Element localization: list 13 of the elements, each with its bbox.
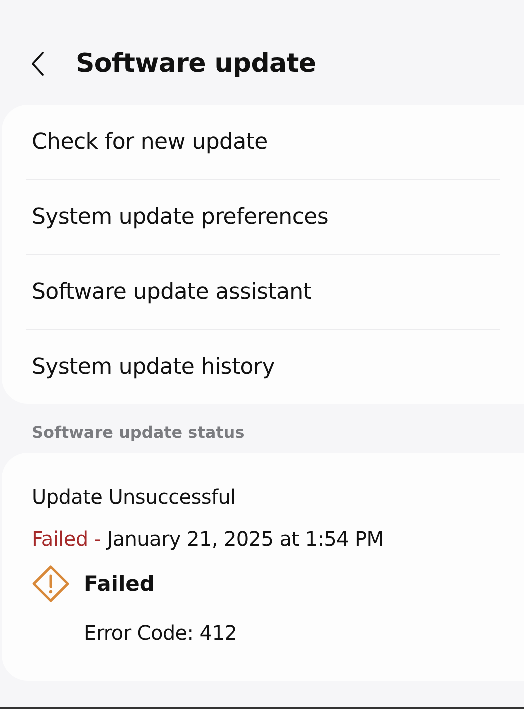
menu-item[interactable]: System update preferences: [26, 179, 500, 254]
chevron-icon: [30, 51, 46, 77]
menu-item[interactable]: Software update assistant: [26, 254, 500, 329]
menu-item[interactable]: System update history: [26, 329, 500, 404]
menu-item[interactable]: Check for new update: [26, 105, 500, 179]
failure-label: Failed: [84, 572, 155, 596]
page-title: Software update: [76, 49, 316, 79]
status-title: Update Unsuccessful: [32, 485, 237, 509]
status-text: Failed -: [32, 527, 102, 551]
date-text: January 21, 2025 at 1:54 PM: [107, 527, 384, 551]
warning-icon: [32, 565, 70, 603]
error-code: Error Code: 412: [84, 621, 238, 645]
section-heading: Software update status: [31, 422, 246, 444]
